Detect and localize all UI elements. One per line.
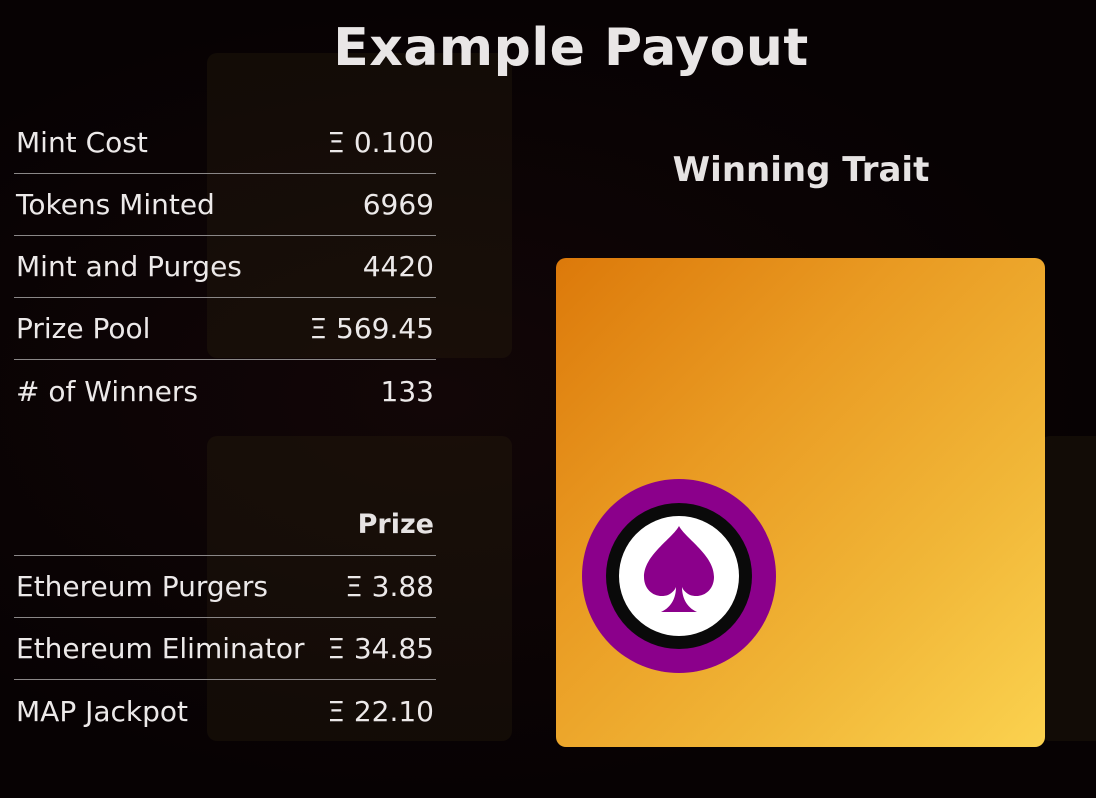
stat-label: # of Winners	[16, 374, 198, 408]
spade-icon	[582, 479, 776, 673]
prize-row-ethereum-eliminator: Ethereum Eliminator Ξ 34.85	[14, 618, 436, 680]
payout-page: Example Payout Mint Cost Ξ 0.100 Tokens …	[0, 0, 1096, 798]
stat-row-mint-cost: Mint Cost Ξ 0.100	[14, 112, 436, 174]
stat-value: 6969	[362, 188, 434, 221]
stat-label: Tokens Minted	[16, 188, 215, 221]
prize-column-header: Prize	[14, 494, 436, 556]
stat-value: 4420	[362, 250, 434, 283]
trait-badge	[582, 479, 776, 673]
winning-trait-card	[556, 258, 1045, 747]
stat-row-prize-pool: Prize Pool Ξ 569.45	[14, 298, 436, 360]
prize-label: Ethereum Purgers	[16, 570, 268, 603]
stat-label: Prize Pool	[16, 312, 151, 345]
stats-table: Mint Cost Ξ 0.100 Tokens Minted 6969 Min…	[14, 112, 436, 422]
stat-value: Ξ 569.45	[309, 312, 434, 345]
stat-value: 133	[380, 374, 434, 408]
background-panel	[1040, 436, 1096, 741]
prizes-table: Prize Ethereum Purgers Ξ 3.88 Ethereum E…	[14, 498, 436, 742]
prize-value: Ξ 34.85	[327, 632, 434, 665]
prize-label: MAP Jackpot	[16, 694, 189, 728]
stat-label: Mint Cost	[16, 126, 148, 159]
winning-trait-title: Winning Trait	[672, 150, 930, 190]
page-title: Example Payout	[333, 18, 809, 78]
stat-row-mint-and-purges: Mint and Purges 4420	[14, 236, 436, 298]
stat-value: Ξ 0.100	[327, 126, 434, 159]
stat-row-tokens-minted: Tokens Minted 6969	[14, 174, 436, 236]
prize-label: Ethereum Eliminator	[16, 632, 305, 665]
prize-value: Ξ 22.10	[327, 694, 434, 728]
prize-row-map-jackpot: MAP Jackpot Ξ 22.10	[14, 680, 436, 742]
stat-row-winners: # of Winners 133	[14, 360, 436, 422]
prize-value: Ξ 3.88	[345, 570, 434, 603]
prize-row-ethereum-purgers: Ethereum Purgers Ξ 3.88	[14, 556, 436, 618]
stat-label: Mint and Purges	[16, 250, 242, 283]
